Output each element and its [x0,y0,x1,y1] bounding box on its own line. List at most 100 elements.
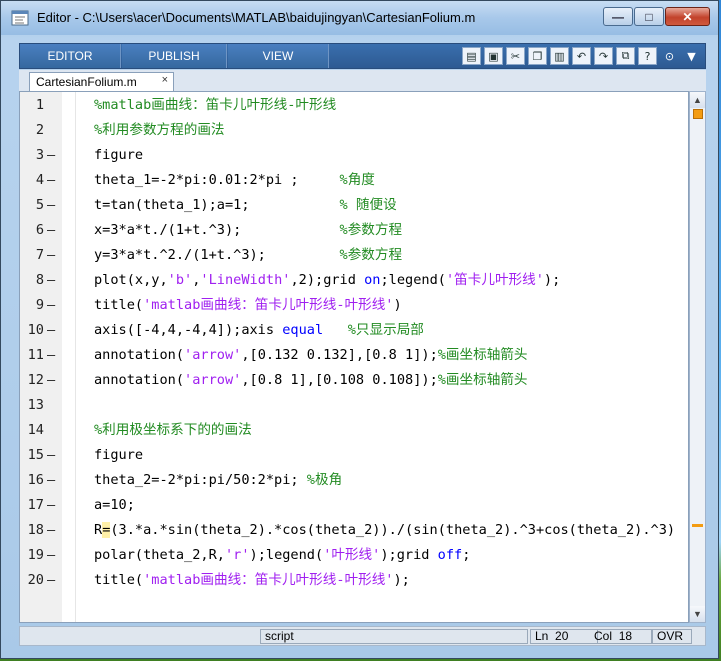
code-line[interactable]: 17— a=10; [20,493,688,518]
matlab-editor-icon [11,10,29,26]
document-tab[interactable]: CartesianFolium.m × [29,72,174,91]
code-line[interactable]: 8— plot(x,y,'b','LineWidth',2);grid on;le… [20,268,688,293]
line-number: 17 [27,497,44,513]
status-mode: script [260,629,528,644]
status-ovr: OVR [652,629,692,644]
code-line[interactable]: 20— title('matlab画曲线：笛卡儿叶形线-叶形线'); [20,568,688,593]
line-number: 1 [35,97,44,113]
minimize-toolstrip-icon[interactable]: ▼ [682,47,701,65]
breakpoint-marker[interactable]: — [47,318,55,343]
code-line[interactable]: 19— polar(theta_2,R,'r');legend('叶形线');gr… [20,543,688,568]
close-icon: ✕ [682,9,693,24]
code-line[interactable]: 5— t=tan(theta_1);a=1; % 随便设 [20,193,688,218]
breakpoint-marker[interactable]: — [47,293,55,318]
line-number: 12 [27,372,44,388]
code-line[interactable]: 7— y=3*a*t.^2./(1+t.^3); %参数方程 [20,243,688,268]
title-bar[interactable]: Editor - C:\Users\acer\Documents\MATLAB\… [1,1,718,35]
dropdown-icon[interactable]: ⊙ [660,47,679,65]
code-text: polar(theta_2,R,'r');legend('叶形线');grid … [94,547,471,563]
code-text: annotation('arrow',[0.8 1],[0.108 0.108]… [94,372,528,388]
code-line[interactable]: 13 [20,393,688,418]
breakpoint-marker[interactable]: — [47,518,55,543]
code-text: figure [94,447,144,463]
minimize-icon: — [612,9,624,24]
line-number: 10 [27,322,44,338]
code-line[interactable]: 12— annotation('arrow',[0.8 1],[0.108 0.1… [20,368,688,393]
breakpoint-marker[interactable]: — [47,443,55,468]
code-line[interactable]: 2 %利用参数方程的画法 [20,118,688,143]
status-column-value: 18 [618,629,633,643]
code-line[interactable]: 1 %matlab画曲线：笛卡儿叶形线-叶形线 [20,93,688,118]
tab-publish[interactable]: PUBLISH [122,44,227,68]
analysis-status-icon[interactable] [693,109,703,119]
scroll-down-icon[interactable]: ▼ [690,606,705,622]
line-number: 2 [35,122,44,138]
save-icon[interactable]: ▣ [484,47,503,65]
cut-icon[interactable]: ✂ [506,47,525,65]
code-line[interactable]: 9— title('matlab画曲线：笛卡儿叶形线-叶形线') [20,293,688,318]
code-line[interactable]: 18— R=(3.*a.*sin(theta_2).*cos(theta_2)).… [20,518,688,543]
tab-editor[interactable]: EDITOR [20,44,121,68]
tab-view[interactable]: VIEW [228,44,329,68]
scroll-up-icon[interactable]: ▲ [690,92,705,108]
line-number: 5 [35,197,44,213]
code-line[interactable]: 15— figure [20,443,688,468]
status-column-label: Col [594,629,613,643]
close-tab-icon[interactable]: × [162,74,168,86]
breakpoint-marker[interactable]: — [47,243,55,268]
breakpoint-marker[interactable]: — [47,343,55,368]
line-number: 16 [27,472,44,488]
line-number: 8 [35,272,44,288]
code-line[interactable]: 3— figure [20,143,688,168]
breakpoint-marker[interactable]: — [47,368,55,393]
breakpoint-marker[interactable]: — [47,468,55,493]
minimize-button[interactable]: — [603,7,633,26]
maximize-button[interactable]: □ [634,7,664,26]
breakpoint-marker[interactable]: — [47,218,55,243]
code-text: %matlab画曲线：笛卡儿叶形线-叶形线 [94,97,337,113]
code-text: x=3*a*t./(1+t.^3); %参数方程 [94,222,403,238]
copy-icon[interactable]: ❐ [528,47,547,65]
code-text: title('matlab画曲线：笛卡儿叶形线-叶形线'); [94,572,410,588]
breakpoint-marker[interactable]: — [47,568,55,593]
code-line[interactable]: 16— theta_2=-2*pi:pi/50:2*pi; %极角 [20,468,688,493]
line-number: 6 [35,222,44,238]
line-number: 11 [27,347,44,363]
status-line: Ln 20 [530,629,598,644]
line-number: 7 [35,247,44,263]
paste-icon[interactable]: ▥ [550,47,569,65]
breakpoint-marker[interactable]: — [47,268,55,293]
code-editor[interactable]: 1 %matlab画曲线：笛卡儿叶形线-叶形线 2 %利用参数方程的画法 3— figur… [19,91,689,623]
breakpoint-marker[interactable]: — [47,543,55,568]
breakpoint-marker[interactable]: — [47,193,55,218]
line-number: 15 [27,447,44,463]
code-text: y=3*a*t.^2./(1+t.^3); %参数方程 [94,247,403,263]
breakpoint-marker[interactable]: — [47,493,55,518]
breakpoint-marker[interactable]: — [47,168,55,193]
code-text: axis([-4,4,-4,4]);axis equal %只显示局部 [94,322,424,338]
warning-marker[interactable] [692,524,703,527]
line-number: 9 [35,297,44,313]
editor-window: Editor - C:\Users\acer\Documents\MATLAB\… [0,0,719,659]
switch-windows-icon[interactable]: ⧉ [616,47,635,65]
code-line[interactable]: 10— axis([-4,4,-4,4]);axis equal %只显示局部 [20,318,688,343]
code-line[interactable]: 14 %利用极坐标系下的的画法 [20,418,688,443]
code-text: theta_1=-2*pi:0.01:2*pi ; %角度 [94,172,375,188]
code-text: title('matlab画曲线：笛卡儿叶形线-叶形线') [94,297,402,313]
tab-publish-label: PUBLISH [148,49,200,63]
redo-icon[interactable]: ↷ [594,47,613,65]
undo-icon[interactable]: ↶ [572,47,591,65]
vertical-scrollbar[interactable]: ▲ ▼ [689,91,706,623]
code-text: a=10; [94,497,135,513]
help-icon[interactable]: ? [638,47,657,65]
new-file-icon[interactable]: ▤ [462,47,481,65]
breakpoint-marker[interactable]: — [47,143,55,168]
line-number: 20 [27,572,44,588]
window-title: Editor - C:\Users\acer\Documents\MATLAB\… [37,10,476,25]
code-text: figure [94,147,144,163]
status-line-value: 20 [555,629,569,643]
close-button[interactable]: ✕ [665,7,710,26]
code-line[interactable]: 6— x=3*a*t./(1+t.^3); %参数方程 [20,218,688,243]
code-line[interactable]: 4— theta_1=-2*pi:0.01:2*pi ; %角度 [20,168,688,193]
code-line[interactable]: 11— annotation('arrow',[0.132 0.132],[0.8… [20,343,688,368]
